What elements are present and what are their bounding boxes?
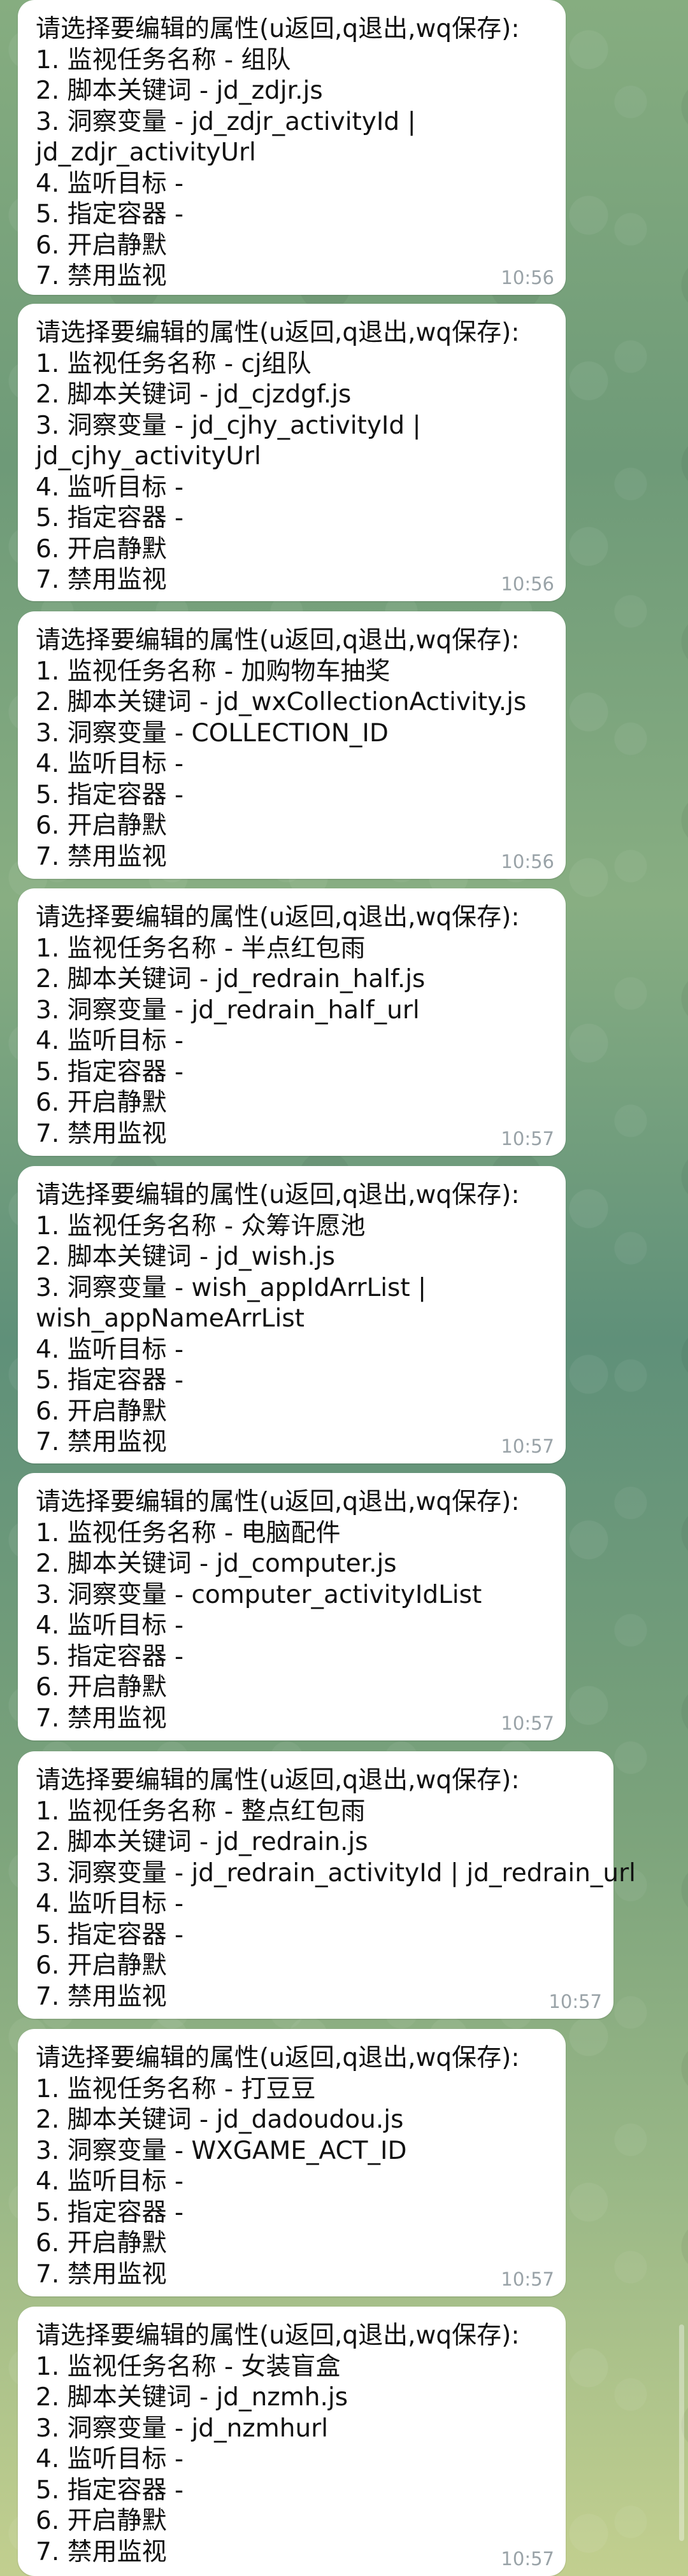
message-bubble[interactable]: 请选择要编辑的属性(u返回,q退出,wq保存): 1. 监视任务名称 - cj组… <box>18 304 566 601</box>
message-line: 6. 开启静默 <box>36 811 167 840</box>
message-line: 7. 禁用监视 <box>36 1982 167 2011</box>
message-line: 1. 监视任务名称 - 半点红包雨 <box>36 934 366 963</box>
message-line: 6. 开启静默 <box>36 2229 167 2258</box>
message-line: 7. 禁用监视 <box>36 2259 167 2289</box>
message-line: 6. 开启静默 <box>36 1673 167 1702</box>
message-timestamp: 10:56 <box>501 573 554 595</box>
message-line: 1. 监视任务名称 - 打豆豆 <box>36 2074 316 2103</box>
message-line: 请选择要编辑的属性(u返回,q退出,wq保存): <box>36 1766 520 1795</box>
message-line: 7. 禁用监视 <box>36 566 167 594</box>
message-line: 5. 指定容器 - <box>36 200 184 229</box>
message-line: 3. 洞察变量 - COLLECTION_ID <box>36 718 389 748</box>
message-bubble[interactable]: 请选择要编辑的属性(u返回,q退出,wq保存): 1. 监视任务名称 - 半点红… <box>18 888 566 1156</box>
message-bubble[interactable]: 请选择要编辑的属性(u返回,q退出,wq保存): 1. 监视任务名称 - 加购物… <box>18 611 566 879</box>
message-line: 5. 指定容器 - <box>36 1920 184 1949</box>
scrollbar-handle[interactable] <box>679 2324 684 2541</box>
message-bubble[interactable]: 请选择要编辑的属性(u返回,q退出,wq保存): 1. 监视任务名称 - 众筹许… <box>18 1166 566 1463</box>
message-line: 3. 洞察变量 - jd_nzmhurl <box>36 2414 329 2443</box>
message-line: 7. 禁用监视 <box>36 1428 167 1456</box>
message-line: 6. 开启静默 <box>36 1088 167 1117</box>
message-line: 1. 监视任务名称 - 女装盲盒 <box>36 2352 341 2381</box>
message-line: 请选择要编辑的属性(u返回,q退出,wq保存): <box>36 2044 520 2072</box>
message-line: 6. 开启静默 <box>36 2507 167 2535</box>
message-line: 3. 洞察变量 - computer_activityIdList <box>36 1580 482 1609</box>
message-line: 1. 监视任务名称 - 整点红包雨 <box>36 1797 366 1826</box>
message-line: 4. 监听目标 - <box>36 2167 184 2196</box>
message-timestamp: 10:56 <box>501 267 554 288</box>
message-line: 1. 监视任务名称 - 组队 <box>36 45 291 75</box>
message-line: 3. 洞察变量 - jd_cjhy_activityId | <box>36 411 421 440</box>
message-line: 1. 监视任务名称 - 电脑配件 <box>36 1518 341 1548</box>
message-line: 2. 脚本关键词 - jd_computer.js <box>36 1549 397 1578</box>
message-bubble[interactable]: 请选择要编辑的属性(u返回,q退出,wq保存): 1. 监视任务名称 - 打豆豆… <box>18 2029 566 2296</box>
message-line: 4. 监听目标 - <box>36 1335 184 1364</box>
message-line: 2. 脚本关键词 - jd_wish.js <box>36 1242 335 1271</box>
message-timestamp: 10:57 <box>501 1128 554 1149</box>
message-line: 2. 脚本关键词 - jd_zdjr.js <box>36 76 323 105</box>
message-line: 5. 指定容器 - <box>36 2475 184 2505</box>
message-line: 请选择要编辑的属性(u返回,q退出,wq保存): <box>36 903 520 932</box>
message-line: 4. 监听目标 - <box>36 1611 184 1640</box>
message-line: 5. 指定容器 - <box>36 780 184 809</box>
message-line: 3. 洞察变量 - jd_redrain_half_url <box>36 995 420 1025</box>
message-line: 1. 监视任务名称 - 众筹许愿池 <box>36 1211 366 1241</box>
message-line: 5. 指定容器 - <box>36 1057 184 1086</box>
message-line: 2. 脚本关键词 - jd_redrain.js <box>36 1828 368 1856</box>
message-line: 3. 洞察变量 - WXGAME_ACT_ID <box>36 2136 407 2165</box>
message-line: 6. 开启静默 <box>36 534 167 564</box>
message-timestamp: 10:57 <box>501 1712 554 1734</box>
message-timestamp: 10:56 <box>501 851 554 872</box>
message-timestamp: 10:57 <box>501 2548 554 2570</box>
message-line: 2. 脚本关键词 - jd_nzmh.js <box>36 2383 348 2412</box>
message-line: 7. 禁用监视 <box>36 2537 167 2566</box>
message-line: 2. 脚本关键词 - jd_redrain_half.js <box>36 965 426 993</box>
message-line: 7. 禁用监视 <box>36 262 167 290</box>
message-line: 5. 指定容器 - <box>36 1642 184 1671</box>
message-line: 请选择要编辑的属性(u返回,q退出,wq保存): <box>36 318 520 347</box>
message-line: 4. 监听目标 - <box>36 2445 184 2473</box>
message-line: 1. 监视任务名称 - 加购物车抽奖 <box>36 657 391 686</box>
message-line: 请选择要编辑的属性(u返回,q退出,wq保存): <box>36 2321 520 2350</box>
message-line: jd_zdjr_activityUrl <box>36 138 256 167</box>
message-timestamp: 10:57 <box>548 1991 602 2012</box>
message-bubble[interactable]: 请选择要编辑的属性(u返回,q退出,wq保存): 1. 监视任务名称 - 组队 … <box>18 0 566 295</box>
message-line: jd_cjhy_activityUrl <box>36 442 261 471</box>
message-line: 请选择要编辑的属性(u返回,q退出,wq保存): <box>36 15 520 43</box>
message-line: 4. 监听目标 - <box>36 750 184 778</box>
message-line: 6. 开启静默 <box>36 1397 167 1426</box>
message-line: 请选择要编辑的属性(u返回,q退出,wq保存): <box>36 626 520 655</box>
message-line: 5. 指定容器 - <box>36 504 184 532</box>
message-line: 4. 监听目标 - <box>36 1027 184 1055</box>
message-line: 1. 监视任务名称 - cj组队 <box>36 349 312 378</box>
message-line: wish_appNameArrList <box>36 1304 305 1333</box>
message-line: 3. 洞察变量 - wish_appIdArrList | <box>36 1273 427 1302</box>
message-line: 3. 洞察变量 - jd_redrain_activityId | jd_red… <box>36 1858 636 1888</box>
message-timestamp: 10:57 <box>501 1435 554 1457</box>
message-line: 7. 禁用监视 <box>36 842 167 871</box>
message-line: 2. 脚本关键词 - jd_cjzdgf.js <box>36 380 352 409</box>
message-timestamp: 10:57 <box>501 2268 554 2290</box>
message-line: 5. 指定容器 - <box>36 1366 184 1395</box>
message-line: 4. 监听目标 - <box>36 1889 184 1918</box>
message-line: 请选择要编辑的属性(u返回,q退出,wq保存): <box>36 1181 520 1209</box>
message-bubble[interactable]: 请选择要编辑的属性(u返回,q退出,wq保存): 1. 监视任务名称 - 电脑配… <box>18 1473 566 1740</box>
message-line: 4. 监听目标 - <box>36 169 184 198</box>
message-line: 请选择要编辑的属性(u返回,q退出,wq保存): <box>36 1488 520 1516</box>
message-line: 6. 开启静默 <box>36 231 167 260</box>
message-line: 2. 脚本关键词 - jd_wxCollectionActivity.js <box>36 688 527 716</box>
message-line: 4. 监听目标 - <box>36 473 184 502</box>
message-line: 5. 指定容器 - <box>36 2198 184 2227</box>
message-line: 7. 禁用监视 <box>36 1119 167 1148</box>
message-line: 7. 禁用监视 <box>36 1704 167 1733</box>
message-line: 3. 洞察变量 - jd_zdjr_activityId | <box>36 107 416 136</box>
message-bubble[interactable]: 请选择要编辑的属性(u返回,q退出,wq保存): 1. 监视任务名称 - 女装盲… <box>18 2307 566 2576</box>
message-bubble[interactable]: 请选择要编辑的属性(u返回,q退出,wq保存): 1. 监视任务名称 - 整点红… <box>18 1751 636 2019</box>
message-line: 2. 脚本关键词 - jd_dadoudou.js <box>36 2105 404 2134</box>
message-line: 6. 开启静默 <box>36 1951 167 1980</box>
